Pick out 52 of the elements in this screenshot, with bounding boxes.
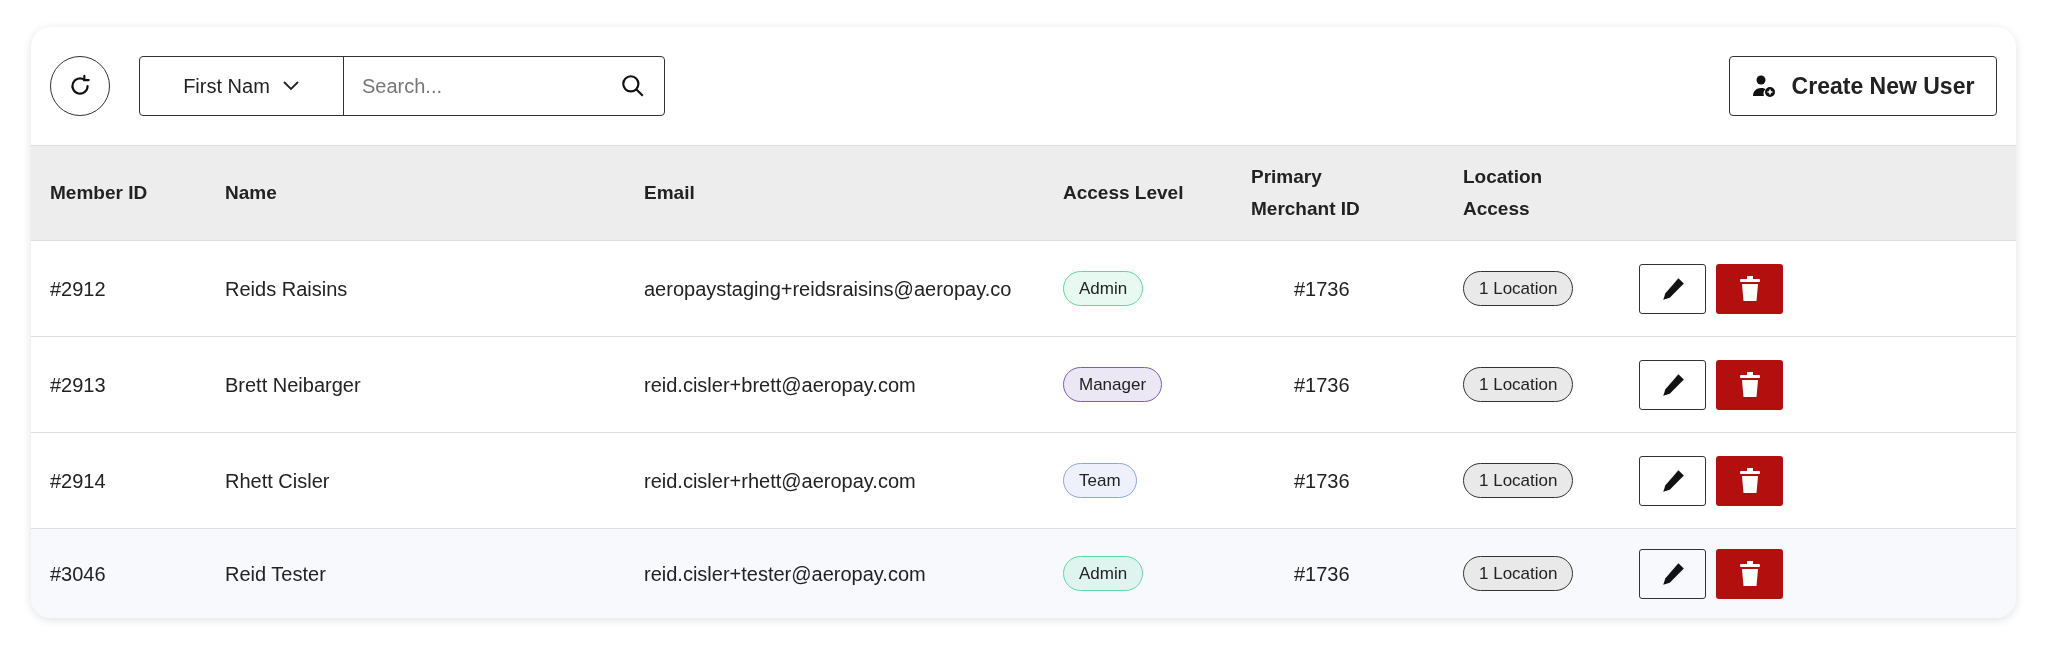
location-badge: 1 Location bbox=[1463, 270, 1574, 307]
delete-button[interactable] bbox=[1716, 359, 1783, 410]
access-level-badge: Admin bbox=[1063, 555, 1144, 592]
trash-icon bbox=[1738, 560, 1761, 587]
table-row[interactable]: #2913 Brett Neibarger reid.cisler+brett@aeropay.com Manager #1736 1 Location bbox=[31, 336, 2016, 432]
location-badge: 1 Location bbox=[1463, 462, 1574, 499]
table-row[interactable]: #3046 Reid Tester reid.cisler+tester@aeropay.com Admin #1736 1 Location bbox=[31, 528, 2016, 618]
edit-button[interactable] bbox=[1639, 455, 1706, 506]
create-user-button[interactable]: Create New User bbox=[1729, 56, 1997, 116]
trash-icon bbox=[1738, 371, 1761, 398]
delete-button[interactable] bbox=[1716, 263, 1783, 314]
edit-button[interactable] bbox=[1639, 263, 1706, 314]
location-badge: 1 Location bbox=[1463, 555, 1574, 592]
column-header: Name bbox=[225, 181, 277, 205]
member-id: #2912 bbox=[50, 277, 106, 300]
filter-dropdown[interactable]: First Nam bbox=[140, 57, 344, 115]
user-email: reid.cisler+rhett@aeropay.com bbox=[644, 469, 916, 492]
column-header: Member ID bbox=[50, 181, 148, 205]
member-id: #2914 bbox=[50, 469, 106, 492]
merchant-id: #1736 bbox=[1294, 469, 1350, 492]
merchant-id: #1736 bbox=[1294, 562, 1350, 585]
user-plus-icon bbox=[1751, 74, 1776, 98]
user-email: aeropaystaging+reidsraisins@aeropay.co bbox=[644, 277, 1012, 300]
trash-icon bbox=[1738, 275, 1761, 302]
member-id: #3046 bbox=[50, 562, 106, 585]
table-row[interactable]: #2914 Rhett Cisler reid.cisler+rhett@aeropay.com Team #1736 1 Location bbox=[31, 432, 2016, 528]
merchant-id: #1736 bbox=[1294, 373, 1350, 396]
user-name: Reids Raisins bbox=[225, 277, 348, 300]
trash-icon bbox=[1738, 467, 1761, 494]
edit-button[interactable] bbox=[1639, 359, 1706, 410]
location-badge: 1 Location bbox=[1463, 366, 1574, 403]
user-email: reid.cisler+brett@aeropay.com bbox=[644, 373, 916, 396]
user-name: Reid Tester bbox=[225, 562, 326, 585]
delete-button[interactable] bbox=[1716, 455, 1783, 506]
delete-button[interactable] bbox=[1716, 548, 1783, 599]
column-header: Access Level bbox=[1063, 181, 1184, 205]
user-name: Rhett Cisler bbox=[225, 469, 330, 492]
search-field[interactable]: Search... bbox=[362, 71, 620, 101]
merchant-id: #1736 bbox=[1294, 277, 1350, 300]
member-id: #2913 bbox=[50, 373, 106, 396]
table-row[interactable]: #2912 Reids Raisins aeropaystaging+reidsraisins@aeropay.co Admin #1736 1 Location bbox=[31, 240, 2016, 336]
access-level-badge: Team bbox=[1063, 462, 1137, 499]
column-header: Location Access bbox=[1463, 165, 1544, 221]
user-name: Brett Neibarger bbox=[225, 373, 361, 396]
access-level-badge: Admin bbox=[1063, 270, 1144, 307]
search-icon bbox=[620, 73, 646, 99]
edit-button[interactable] bbox=[1639, 548, 1706, 599]
column-header: Email bbox=[644, 181, 695, 205]
user-email: reid.cisler+tester@aeropay.com bbox=[644, 562, 926, 585]
chevron-down-icon bbox=[281, 80, 300, 92]
access-level-badge: Manager bbox=[1063, 366, 1163, 403]
column-header: Primary Merchant ID bbox=[1251, 165, 1361, 221]
